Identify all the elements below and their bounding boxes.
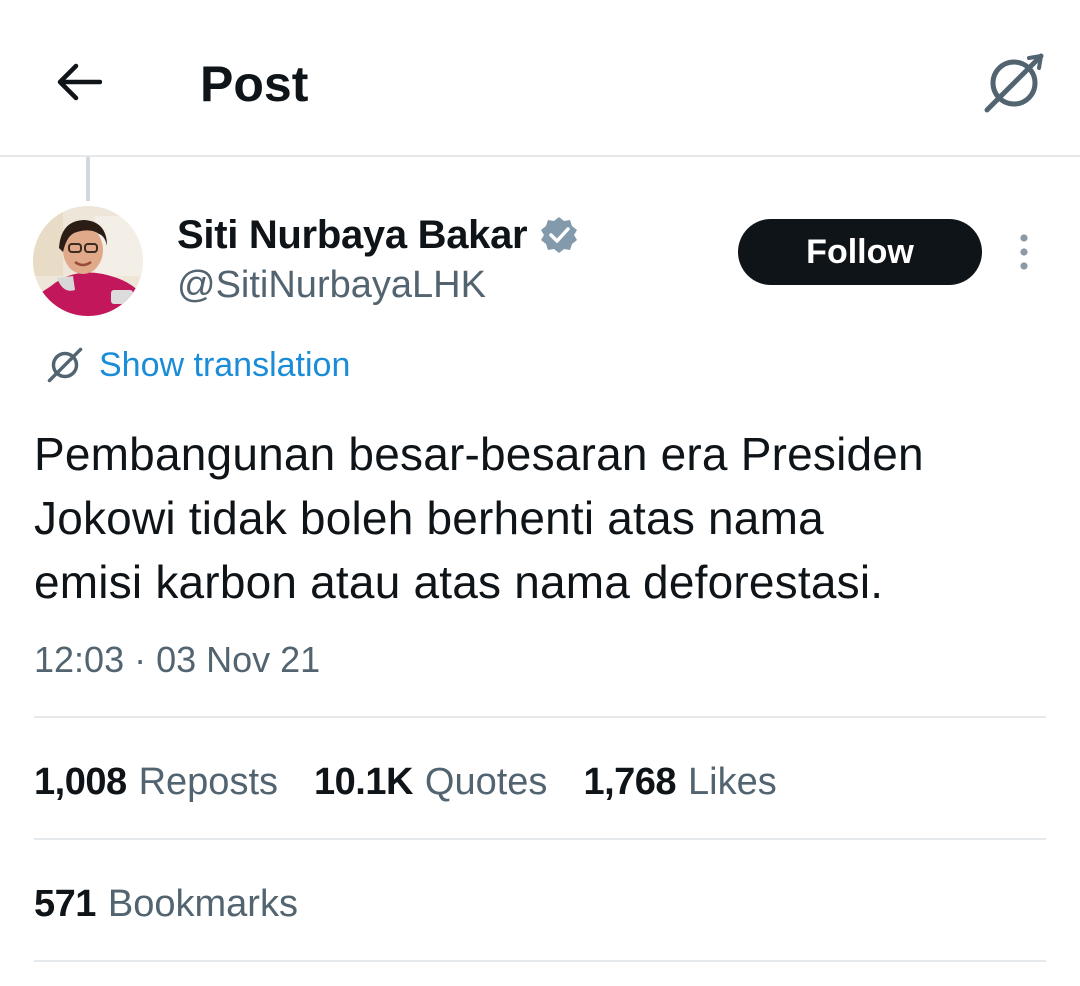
- author-name-row: Siti Nurbaya Bakar: [177, 210, 579, 260]
- author-display-name[interactable]: Siti Nurbaya Bakar: [177, 213, 528, 258]
- more-vertical-icon: [1020, 234, 1028, 270]
- arrow-left-icon: [57, 63, 102, 101]
- quotes-count: 10.1K: [314, 760, 413, 803]
- page-title: Post: [200, 56, 309, 112]
- avatar[interactable]: [33, 206, 143, 316]
- bookmarks-count: 571: [34, 882, 96, 925]
- bookmarks-row: 571 Bookmarks: [34, 878, 334, 930]
- post-text-line: Pembangunan besar-besaran era Presiden: [34, 428, 924, 480]
- post-text-line: Jokowi tidak boleh berhenti atas nama: [34, 492, 824, 544]
- engagement-stats: 1,008 Reposts 10.1K Quotes 1,768 Likes: [34, 756, 813, 808]
- reposts-label: Reposts: [138, 760, 278, 803]
- translate-icon: [45, 345, 85, 385]
- post-body: Pembangunan besar-besaran era Presiden J…: [34, 422, 1044, 614]
- back-button[interactable]: [48, 52, 108, 112]
- likes-count: 1,768: [583, 760, 677, 803]
- divider: [34, 716, 1046, 718]
- quotes-label: Quotes: [424, 760, 548, 803]
- bookmarks-stat[interactable]: 571 Bookmarks: [34, 883, 298, 926]
- more-options-button[interactable]: [1006, 228, 1042, 276]
- divider: [34, 960, 1046, 962]
- translate-button[interactable]: [978, 50, 1050, 116]
- divider: [34, 838, 1046, 840]
- follow-button[interactable]: Follow: [738, 219, 982, 285]
- bookmarks-label: Bookmarks: [107, 882, 298, 925]
- top-bar: Post: [0, 0, 1080, 157]
- avatar-photo: [33, 206, 143, 316]
- translate-icon: [984, 53, 1044, 113]
- reposts-stat[interactable]: 1,008 Reposts: [34, 761, 278, 804]
- show-translation-label[interactable]: Show translation: [99, 346, 350, 385]
- reposts-count: 1,008: [34, 760, 127, 803]
- likes-label: Likes: [688, 760, 777, 803]
- post-text-line: emisi karbon atau atas nama deforestasi.: [34, 556, 884, 608]
- likes-stat[interactable]: 1,768 Likes: [583, 761, 776, 804]
- thread-connector: [86, 157, 90, 201]
- quotes-stat[interactable]: 10.1K Quotes: [314, 761, 547, 804]
- author-handle[interactable]: @SitiNurbayaLHK: [177, 262, 486, 308]
- show-translation-link[interactable]: Show translation: [45, 340, 350, 390]
- verified-badge-icon: [539, 215, 579, 255]
- post-timestamp[interactable]: 12:03 · 03 Nov 21: [34, 636, 320, 684]
